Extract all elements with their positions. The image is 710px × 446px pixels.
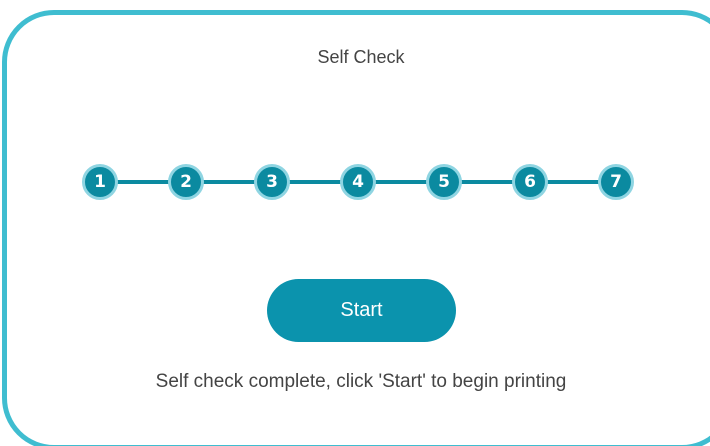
- step-3: 3: [254, 164, 290, 200]
- self-check-screen: Self Check 1 2 3 4 5 6 7 Start Self chec…: [0, 0, 710, 446]
- step-7: 7: [598, 164, 634, 200]
- step-4: 4: [340, 164, 376, 200]
- step-2: 2: [168, 164, 204, 200]
- step-6: 6: [512, 164, 548, 200]
- step-1: 1: [82, 164, 118, 200]
- step-indicator: 1 2 3 4 5 6 7: [82, 164, 634, 200]
- status-message: Self check complete, click 'Start' to be…: [155, 371, 567, 392]
- dialog-title: Self Check: [317, 47, 405, 67]
- start-button[interactable]: Start: [267, 279, 456, 342]
- step-5: 5: [426, 164, 462, 200]
